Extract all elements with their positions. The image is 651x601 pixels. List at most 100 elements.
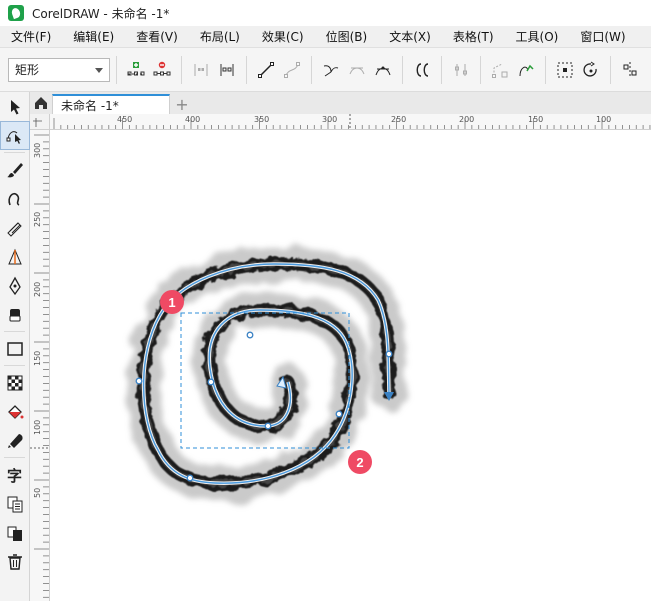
trash-icon bbox=[8, 553, 22, 570]
break-curve-button[interactable] bbox=[214, 57, 240, 83]
toolbox: 字 bbox=[0, 92, 30, 601]
ruler-origin[interactable] bbox=[30, 114, 50, 130]
freehand-tool[interactable] bbox=[0, 184, 30, 213]
ruler-label: 300 bbox=[322, 115, 337, 124]
ruler-label: 300 bbox=[33, 143, 42, 158]
cusp-node-icon bbox=[323, 64, 339, 76]
delete-node-button[interactable] bbox=[149, 57, 175, 83]
toolbar-separator bbox=[181, 55, 182, 84]
shape-type-select[interactable]: 矩形 bbox=[8, 57, 110, 82]
transparency-tool[interactable] bbox=[0, 368, 30, 397]
reverse-direction-icon bbox=[416, 62, 429, 77]
path-node[interactable] bbox=[186, 474, 194, 482]
close-curve-icon bbox=[519, 64, 534, 76]
eyedropper-tool[interactable] bbox=[0, 426, 30, 455]
drawing-canvas[interactable]: 1 2 bbox=[50, 130, 651, 601]
ruler-label: 250 bbox=[391, 115, 406, 124]
paint-bucket-icon bbox=[8, 404, 24, 419]
to-line-icon bbox=[258, 61, 274, 78]
triangle-orange-icon bbox=[8, 248, 22, 264]
delete-tool[interactable] bbox=[0, 547, 30, 576]
ruler-origin-icon bbox=[33, 118, 42, 127]
add-node-button[interactable] bbox=[123, 57, 149, 83]
select-all-nodes-icon bbox=[557, 62, 573, 77]
shape-tool[interactable] bbox=[0, 121, 30, 150]
table-tool[interactable] bbox=[0, 489, 30, 518]
copy-properties-tool[interactable] bbox=[0, 518, 30, 547]
smooth-node-icon bbox=[349, 67, 365, 74]
symmetric-node-icon bbox=[375, 66, 391, 75]
menu-window[interactable]: 窗口(W) bbox=[569, 28, 636, 45]
vertical-ruler[interactable]: 300 250 200 150 100 50 bbox=[30, 130, 50, 601]
pointer-arrow-icon bbox=[11, 99, 20, 114]
menu-tools[interactable]: 工具(O) bbox=[505, 28, 570, 45]
toolbox-separator bbox=[4, 457, 25, 458]
home-icon bbox=[35, 97, 47, 109]
pen-tool[interactable] bbox=[0, 271, 30, 300]
path-node[interactable] bbox=[385, 350, 393, 358]
menu-file[interactable]: 文件(F) bbox=[0, 28, 62, 45]
to-curve-button[interactable] bbox=[279, 57, 305, 83]
perspective-tool[interactable] bbox=[0, 242, 30, 271]
toolbar-separator bbox=[402, 55, 403, 84]
artistic-media-tool[interactable] bbox=[0, 155, 30, 184]
pen-nib-icon bbox=[9, 276, 21, 295]
extend-curve-icon bbox=[455, 63, 467, 76]
to-line-button[interactable] bbox=[253, 57, 279, 83]
menu-bitmaps[interactable]: 位图(B) bbox=[315, 28, 379, 45]
smart-fill-tool[interactable] bbox=[0, 213, 30, 242]
close-curve-button[interactable] bbox=[513, 57, 539, 83]
spiral-artwork bbox=[126, 246, 406, 501]
ruler-label: 200 bbox=[33, 282, 42, 297]
path-node[interactable] bbox=[207, 378, 215, 386]
menu-view[interactable]: 查看(V) bbox=[125, 28, 189, 45]
toolbar-separator bbox=[441, 55, 442, 84]
align-nodes-button[interactable] bbox=[617, 57, 643, 83]
eraser-icon bbox=[9, 308, 21, 321]
select-all-nodes-button[interactable] bbox=[552, 57, 578, 83]
horizontal-ruler[interactable]: 450 400 350 300 250 200 150 100 bbox=[50, 114, 651, 130]
fill-tool[interactable] bbox=[0, 397, 30, 426]
interactive-fill-icon bbox=[8, 433, 23, 448]
extract-subpath-button[interactable] bbox=[487, 57, 513, 83]
text-tool[interactable]: 字 bbox=[0, 460, 30, 489]
ruler-label: 100 bbox=[596, 115, 611, 124]
menu-edit[interactable]: 编辑(E) bbox=[62, 28, 125, 45]
ruler-label: 150 bbox=[33, 351, 42, 366]
menu-effects[interactable]: 效果(C) bbox=[251, 28, 315, 45]
freehand-curve-icon bbox=[8, 192, 20, 206]
new-document-tab-button[interactable]: + bbox=[172, 94, 192, 114]
join-nodes-button[interactable] bbox=[188, 57, 214, 83]
cusp-node-button[interactable] bbox=[318, 57, 344, 83]
menu-text[interactable]: 文本(X) bbox=[378, 28, 442, 45]
eraser-tool[interactable] bbox=[0, 300, 30, 329]
shape-type-value: 矩形 bbox=[15, 63, 40, 77]
pick-tool[interactable] bbox=[0, 92, 30, 121]
toolbox-separator bbox=[4, 152, 25, 153]
smooth-node-button[interactable] bbox=[344, 57, 370, 83]
toolbar-separator bbox=[311, 55, 312, 84]
reverse-direction-button[interactable] bbox=[409, 57, 435, 83]
break-curve-icon bbox=[220, 63, 234, 76]
path-node[interactable] bbox=[264, 422, 272, 430]
extend-curve-button[interactable] bbox=[448, 57, 474, 83]
symmetric-node-button[interactable] bbox=[370, 57, 396, 83]
rotate-nodes-button[interactable] bbox=[578, 57, 604, 83]
ruler-label: 150 bbox=[528, 115, 543, 124]
title-bar: CorelDRAW - 未命名 -1* bbox=[0, 0, 651, 26]
path-node[interactable] bbox=[246, 331, 254, 339]
path-node[interactable] bbox=[135, 377, 143, 385]
badge-number: 1 bbox=[168, 294, 176, 310]
menu-layout[interactable]: 布局(L) bbox=[189, 28, 251, 45]
tab-document-1[interactable]: 未命名 -1* bbox=[52, 94, 170, 114]
to-curve-icon bbox=[284, 61, 300, 78]
path-node[interactable] bbox=[335, 410, 343, 418]
ruler-label: 200 bbox=[459, 115, 474, 124]
rectangle-tool[interactable] bbox=[0, 334, 30, 363]
home-tab[interactable] bbox=[30, 92, 52, 114]
menu-table[interactable]: 表格(T) bbox=[442, 28, 505, 45]
window-title: CorelDRAW - 未命名 -1* bbox=[32, 6, 170, 21]
toolbar-separator bbox=[246, 55, 247, 84]
coreldraw-logo-icon bbox=[8, 5, 24, 21]
extract-subpath-icon bbox=[492, 63, 508, 78]
